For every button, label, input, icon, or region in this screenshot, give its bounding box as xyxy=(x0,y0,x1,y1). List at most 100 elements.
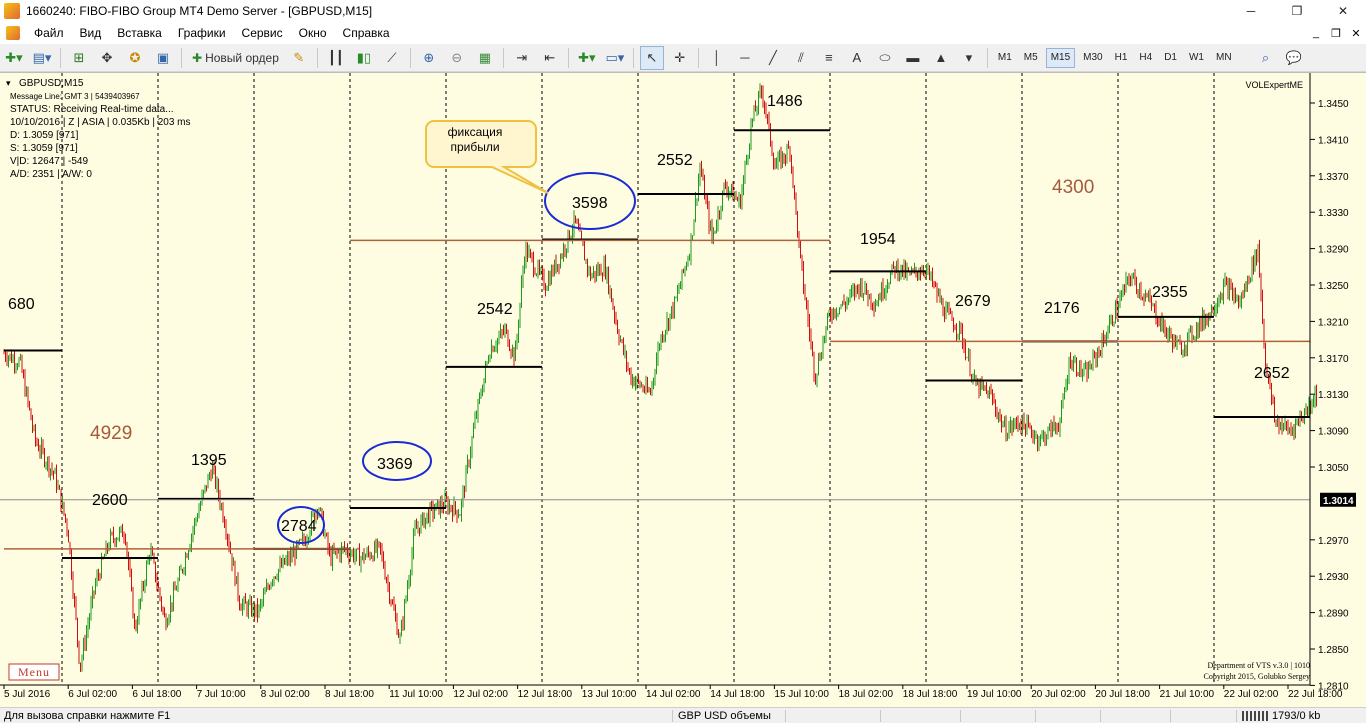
info-line: A/D: 2351 | A/W: 0 xyxy=(10,169,92,180)
timeframe-m1[interactable]: M1 xyxy=(994,48,1016,68)
symbol-label: GBPUSD,M15 xyxy=(19,78,84,89)
menu-insert[interactable]: Вставка xyxy=(109,22,170,44)
time-tick-label: 22 Jul 02:00 xyxy=(1224,689,1279,700)
indicator-name: VOLExpertME xyxy=(1245,80,1303,90)
timeframe-d1[interactable]: D1 xyxy=(1160,48,1181,68)
status-divider xyxy=(960,710,961,722)
terminal-icon[interactable]: ▣ xyxy=(151,46,175,70)
trendline-icon[interactable]: ╱ xyxy=(761,46,785,70)
timeframe-w1[interactable]: W1 xyxy=(1185,48,1208,68)
cursor-icon[interactable]: ↖ xyxy=(639,45,664,70)
bar-chart-icon[interactable]: ┃┃ xyxy=(324,46,348,70)
status-divider xyxy=(1236,710,1237,722)
autoscroll-icon[interactable]: ⇤ xyxy=(538,46,562,70)
fibo-icon[interactable]: ≡ xyxy=(817,46,841,70)
chart-window[interactable]: 1.3450 1.3410 1.3370 1.3330 1.3290 1.3250 1.32… xyxy=(0,72,1366,709)
menu-tools[interactable]: Сервис xyxy=(234,22,291,44)
window-title: 1660240: FIBO-FIBO Group MT4 Demo Server… xyxy=(26,4,373,18)
new-order-button[interactable]: ✚ Новый ордер xyxy=(188,46,283,70)
time-tick-label: 8 Jul 02:00 xyxy=(261,689,310,700)
toolbar-separator xyxy=(316,47,318,68)
chart-window-icon[interactable] xyxy=(6,26,20,40)
mdi-close-button[interactable]: ✕ xyxy=(1346,22,1366,44)
price-tick-label: 1.3130 xyxy=(1318,390,1349,401)
channel-icon[interactable]: ⫽ xyxy=(789,46,813,70)
time-tick-label: 18 Jul 18:00 xyxy=(903,689,958,700)
zoom-out-icon[interactable]: ⊖ xyxy=(445,46,469,70)
vertical-line-icon[interactable]: │ xyxy=(705,46,729,70)
new-chart-icon[interactable]: ✚▾ xyxy=(2,46,26,70)
status-bar: Для вызова справки нажмите F1 GBP USD об… xyxy=(0,707,1366,723)
time-tick-label: 13 Jul 10:00 xyxy=(582,689,637,700)
menu-charts[interactable]: Графики xyxy=(170,22,234,44)
volume-label: 2652 xyxy=(1254,365,1290,382)
title-bar: 1660240: FIBO-FIBO Group MT4 Demo Server… xyxy=(0,0,1366,22)
zoom-in-icon[interactable]: ⊕ xyxy=(417,46,441,70)
timeframe-m5[interactable]: M5 xyxy=(1020,48,1042,68)
tile-windows-icon[interactable]: ▦ xyxy=(473,46,497,70)
price-tick-label: 1.3290 xyxy=(1318,245,1349,256)
timeframe-mn[interactable]: MN xyxy=(1212,48,1236,68)
chart-shift-icon[interactable]: ⇥ xyxy=(510,46,534,70)
price-tick-label: 1.2850 xyxy=(1318,645,1349,656)
horizontal-line-icon[interactable]: ─ xyxy=(733,46,757,70)
line-chart-icon[interactable]: ⟋ xyxy=(380,46,404,70)
time-tick-label: 15 Jul 10:00 xyxy=(774,689,829,700)
minimize-button[interactable]: ─ xyxy=(1228,0,1274,22)
periods-icon[interactable]: ▭▾ xyxy=(603,46,627,70)
toolbar-separator xyxy=(409,47,411,68)
navigator-icon[interactable]: ✥ xyxy=(95,46,119,70)
new-order-label: Новый ордер xyxy=(205,50,279,65)
profiles-icon[interactable]: ▤▾ xyxy=(30,46,54,70)
status-connection: 1793/0 kb xyxy=(1272,709,1321,722)
time-tick-label: 11 Jul 10:00 xyxy=(389,689,443,700)
close-button[interactable]: ✕ xyxy=(1320,0,1366,22)
menu-view[interactable]: Вид xyxy=(72,22,110,44)
timeframe-h1[interactable]: H1 xyxy=(1111,48,1132,68)
mdi-minimize-button[interactable]: _ xyxy=(1306,22,1326,44)
autotrading-icon[interactable]: ✎ xyxy=(287,46,311,70)
status-profile: GBP USD объемы xyxy=(678,709,771,722)
toolbar-separator xyxy=(181,47,182,68)
candlestick-icon[interactable]: ▮▯ xyxy=(352,46,376,70)
volume-label: 1395 xyxy=(191,452,227,469)
volume-label: 2784 xyxy=(281,518,317,535)
price-tick-label: 1.3370 xyxy=(1318,172,1349,183)
triangle-icon[interactable]: ▲ xyxy=(929,46,953,70)
status-divider xyxy=(672,710,673,722)
price-tick-label: 1.3250 xyxy=(1318,281,1349,292)
copyright-line: Department of VTS v.3.0 | 1010 xyxy=(1208,661,1310,670)
timeframe-m30[interactable]: M30 xyxy=(1079,48,1106,68)
time-tick-label: 7 Jul 10:00 xyxy=(197,689,246,700)
search-icon[interactable]: ⌕ xyxy=(1254,46,1278,70)
maximize-button[interactable]: ❐ xyxy=(1274,0,1320,22)
text-tool-icon[interactable]: A xyxy=(845,46,869,70)
price-chart[interactable]: 1.3450 1.3410 1.3370 1.3330 1.3290 1.3250 1.32… xyxy=(0,73,1366,709)
price-tick-label: 1.3330 xyxy=(1318,208,1349,219)
volume-label: 1486 xyxy=(767,93,803,110)
indicators-icon[interactable]: ✚▾ xyxy=(575,46,599,70)
new-order-icon: ✚ xyxy=(192,50,203,65)
timeframe-h4[interactable]: H4 xyxy=(1135,48,1156,68)
menu-help[interactable]: Справка xyxy=(335,22,398,44)
period-volume-label: 4300 xyxy=(1052,177,1094,198)
market-watch-icon[interactable]: ⊞ xyxy=(67,46,91,70)
copyright-line: Copyright 2015, Golubko Sergey xyxy=(1203,672,1310,681)
rectangle-icon[interactable]: ▬ xyxy=(901,46,925,70)
info-line: 10/10/2016 | Z | ASIA | 0.035Kb | 203 ms xyxy=(10,117,191,128)
status-divider xyxy=(1170,710,1171,722)
toolbar-separator xyxy=(697,47,699,68)
price-tick-label: 1.3210 xyxy=(1318,317,1349,328)
status-divider xyxy=(880,710,881,722)
more-objects-icon[interactable]: ▾ xyxy=(957,46,981,70)
menu-window[interactable]: Окно xyxy=(291,22,335,44)
mdi-restore-button[interactable]: ❐ xyxy=(1326,22,1346,44)
timeframe-m15[interactable]: M15 xyxy=(1045,47,1076,68)
volume-label: 680 xyxy=(8,296,35,313)
price-tick-label: 1.3410 xyxy=(1318,135,1349,146)
crosshair-icon[interactable]: ✛ xyxy=(668,46,692,70)
ellipse-icon[interactable]: ⬭ xyxy=(873,46,897,70)
data-window-icon[interactable]: ✪ xyxy=(123,46,147,70)
chat-icon[interactable]: 💬 xyxy=(1282,46,1306,70)
menu-file[interactable]: Файл xyxy=(26,22,72,44)
